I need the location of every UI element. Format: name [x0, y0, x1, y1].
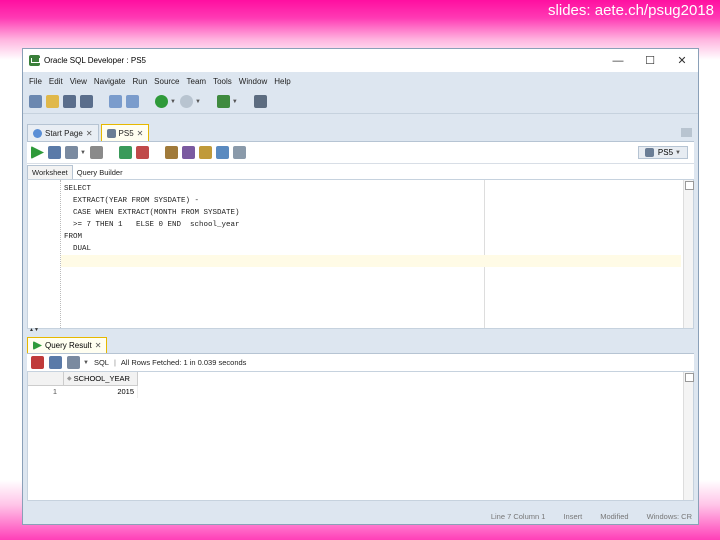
run-statement-icon[interactable]	[31, 146, 44, 159]
tab-query-result[interactable]: Query Result ✕	[27, 337, 108, 353]
unshared-sql-icon[interactable]	[164, 146, 178, 159]
grid-scrollbar[interactable]	[683, 372, 694, 500]
row-number: 1	[52, 387, 57, 396]
menu-tools[interactable]: Tools	[213, 77, 232, 86]
tab-label: Start Page	[45, 128, 83, 138]
table-cell[interactable]: 2015	[64, 386, 138, 398]
rollback-icon[interactable]	[135, 146, 149, 159]
close-tab-icon[interactable]: ✕	[95, 341, 102, 350]
run-script-icon[interactable]	[48, 146, 61, 159]
code-line: DUAL	[64, 245, 92, 253]
column-header[interactable]: ◆ SCHOOL_YEAR	[64, 372, 138, 386]
back-icon[interactable]	[155, 95, 168, 108]
subtab-query-builder[interactable]: Query Builder	[73, 166, 127, 179]
export-dropdown-icon[interactable]: ▼	[83, 360, 89, 366]
subtab-worksheet[interactable]: Worksheet	[27, 165, 73, 179]
clear-icon[interactable]	[198, 146, 212, 159]
back-dropdown-icon[interactable]: ▼	[170, 99, 176, 105]
tab-ps5[interactable]: PS5 ✕	[100, 124, 150, 141]
menu-bar: File Edit View Navigate Run Source Team …	[23, 72, 698, 90]
minimize-button[interactable]: —	[602, 55, 634, 67]
connection-select[interactable]: PS5 ▼	[637, 146, 688, 159]
run-dropdown-icon[interactable]: ▼	[232, 99, 238, 105]
menu-edit[interactable]: Edit	[49, 77, 63, 86]
menu-navigate[interactable]: Navigate	[94, 77, 126, 86]
chevron-down-icon: ▼	[675, 149, 681, 156]
sql-worksheet-icon	[106, 128, 116, 138]
sql-link[interactable]: SQL	[94, 358, 109, 367]
start-page-icon	[33, 128, 42, 138]
database-icon	[644, 148, 654, 157]
sql-editor[interactable]: SELECT EXTRACT(YEAR FROM SYSDATE) - CASE…	[27, 179, 694, 329]
result-toolbar: ▼ SQL | All Rows Fetched: 1 in 0.039 sec…	[27, 353, 694, 371]
result-grid[interactable]: ◆ SCHOOL_YEAR 1 2015	[27, 371, 694, 501]
close-tab-icon[interactable]: ✕	[137, 129, 144, 138]
result-tab-label: Query Result	[45, 341, 92, 350]
autotrace-dropdown-icon[interactable]: ▼	[80, 150, 86, 156]
format-icon[interactable]	[232, 146, 246, 159]
modified-flag: Modified	[600, 511, 629, 521]
column-header-label: SCHOOL_YEAR	[73, 374, 130, 383]
menu-file[interactable]: File	[29, 77, 42, 86]
worksheet-toolbar: ▼ PS5 ▼	[27, 141, 694, 163]
code-line: SELECT	[64, 185, 92, 193]
minimize-panel-icon[interactable]	[681, 128, 692, 137]
undo-icon[interactable]	[109, 95, 122, 108]
worksheet-subtabs: Worksheet Query Builder	[27, 163, 694, 179]
menu-team[interactable]: Team	[187, 77, 207, 86]
code-line: FROM	[64, 233, 83, 241]
menu-run[interactable]: Run	[132, 77, 147, 86]
menu-source[interactable]: Source	[154, 77, 179, 86]
close-button[interactable]: ✕	[666, 54, 698, 67]
history-icon[interactable]	[215, 146, 229, 159]
fetch-status: All Rows Fetched: 1 in 0.039 seconds	[120, 358, 247, 367]
status-bar: Line 7 Column 1 Insert Modified Windows:…	[23, 508, 698, 524]
editor-scrollbar[interactable]	[683, 180, 694, 328]
explain-plan-icon[interactable]	[89, 146, 103, 159]
menu-window[interactable]: Window	[239, 77, 267, 86]
app-icon	[29, 55, 40, 66]
maximize-button[interactable]: ☐	[634, 54, 666, 67]
panel-splitter[interactable]	[27, 327, 694, 335]
code-line: CASE WHEN EXTRACT(MONTH FROM SYSDATE)	[64, 209, 240, 217]
document-tabs: Start Page ✕ PS5 ✕	[23, 119, 698, 141]
open-folder-icon[interactable]	[46, 95, 59, 108]
commit-icon[interactable]	[118, 146, 132, 159]
cursor-position: Line 7 Column 1	[490, 511, 546, 521]
forward-dropdown-icon[interactable]: ▼	[195, 99, 201, 105]
connection-name: PS5	[657, 148, 674, 157]
run-debug-icon[interactable]	[216, 95, 230, 108]
result-tabs: Query Result ✕	[23, 335, 698, 353]
current-line-highlight	[61, 255, 681, 267]
new-file-icon[interactable]	[29, 95, 42, 108]
save-all-icon[interactable]	[80, 95, 93, 108]
code-line: >= 7 THEN 1 ELSE 0 END school_year	[64, 221, 240, 229]
autotrace-icon[interactable]	[65, 146, 78, 159]
code-line: EXTRACT(YEAR FROM SYSDATE) -	[64, 197, 200, 205]
result-run-icon	[33, 341, 42, 350]
export-icon[interactable]	[67, 356, 80, 369]
menu-view[interactable]: View	[70, 77, 87, 86]
close-tab-icon[interactable]: ✕	[86, 129, 93, 138]
save-icon[interactable]	[63, 95, 76, 108]
menu-help[interactable]: Help	[274, 77, 290, 86]
window-title: Oracle SQL Developer : PS5	[44, 56, 146, 65]
main-toolbar: ▼ ▼ ▼	[23, 90, 698, 114]
sql-developer-window: Oracle SQL Developer : PS5 — ☐ ✕ File Ed…	[22, 48, 699, 525]
slide-caption: slides: aete.ch/psug2018	[548, 2, 714, 19]
title-bar: Oracle SQL Developer : PS5 — ☐ ✕	[23, 49, 698, 72]
sort-icon: ◆	[67, 376, 72, 382]
refresh-icon[interactable]	[49, 356, 62, 369]
forward-icon[interactable]	[179, 95, 193, 108]
redo-icon[interactable]	[126, 95, 139, 108]
edit-mode: Insert	[563, 511, 583, 521]
line-ending: Windows: CR	[646, 511, 692, 521]
pin-icon[interactable]	[31, 356, 44, 369]
sql-tuning-icon[interactable]	[181, 146, 195, 159]
connection-icon[interactable]	[253, 95, 267, 108]
tab-label: PS5	[118, 128, 134, 138]
tab-start-page[interactable]: Start Page ✕	[27, 124, 99, 141]
